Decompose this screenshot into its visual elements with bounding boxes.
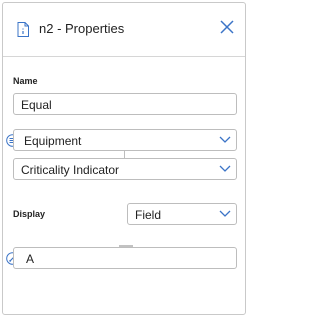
name-label: Name (13, 76, 38, 86)
panel-title: n2 - Properties (39, 21, 125, 36)
chevron-down-icon[interactable] (219, 210, 231, 218)
chevron-down-icon[interactable] (219, 136, 231, 144)
value-input[interactable]: A (13, 247, 237, 269)
entity-select-value: Equipment (24, 134, 82, 148)
panel-header: n2 - Properties (3, 3, 245, 57)
entity-select[interactable]: Equipment (13, 129, 237, 151)
chevron-down-icon[interactable] (219, 165, 231, 173)
display-select[interactable]: Field (127, 203, 237, 225)
name-input[interactable]: Equal (13, 93, 237, 115)
field-select-value: Criticality Indicator (21, 163, 120, 177)
close-icon[interactable] (219, 19, 235, 35)
properties-panel: n2 - Properties Name Equal Equipment Cri… (2, 2, 246, 315)
value-input-value: A (26, 252, 35, 266)
display-label: Display (13, 209, 46, 219)
display-select-value: Field (135, 208, 162, 222)
field-select[interactable]: Criticality Indicator (13, 158, 237, 180)
name-input-value: Equal (21, 98, 52, 112)
document-icon (17, 22, 29, 37)
